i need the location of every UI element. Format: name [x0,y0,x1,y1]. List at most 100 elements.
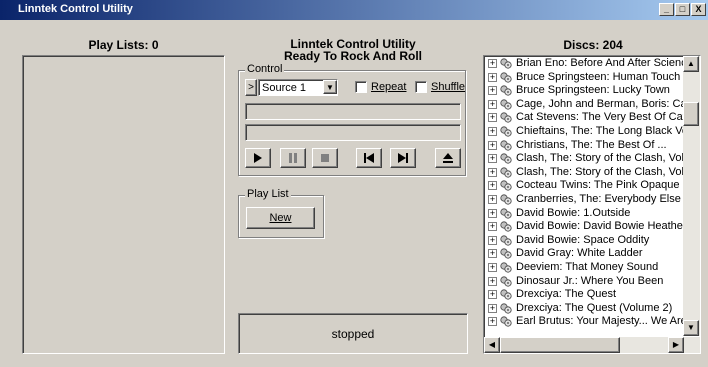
repeat-label: Repeat [371,81,407,93]
close-button[interactable]: X [691,3,706,16]
disc-icon [500,289,512,300]
disc-item[interactable]: + Brian Eno: Before And After Science [485,57,685,71]
disc-item-label: Bruce Springsteen: Human Touch [516,70,681,83]
expand-icon[interactable]: + [488,195,497,204]
chevron-down-icon[interactable]: ▼ [323,80,337,94]
expand-icon[interactable]: + [488,235,497,245]
new-playlist-button[interactable]: New [246,207,315,229]
scroll-left-icon[interactable]: ◀ [484,337,500,353]
stop-button[interactable] [312,148,338,168]
discs-header: Discs: 204 [563,38,623,52]
previous-track-button[interactable] [356,148,382,168]
expand-icon[interactable]: + [488,99,497,109]
vertical-scroll-thumb[interactable] [683,102,699,126]
expand-icon[interactable]: + [488,303,497,313]
scroll-right-icon[interactable]: ▶ [668,337,684,353]
pause-icon [289,153,297,163]
disc-item[interactable]: + Clash, The: Story of the Clash, Volume … [485,166,685,180]
disc-item[interactable]: + Deeviem: That Money Sound [485,261,685,275]
disc-item-label: Christians, The: The Best Of ... [516,138,667,151]
expand-icon[interactable]: + [488,167,497,177]
title-bar[interactable]: Linntek Control Utility _ □ X [0,0,708,20]
disc-item[interactable]: + Drexciya: The Quest [485,288,685,302]
disc-item[interactable]: + Cranberries, The: Everybody Else Is Doi [485,193,685,207]
scroll-up-icon[interactable]: ▲ [683,56,699,72]
stop-icon [321,154,329,162]
expand-icon[interactable]: + [488,263,497,272]
source-select-value: Source 1 [262,82,307,94]
disc-item[interactable]: + Clash, The: Story of the Clash, Volume … [485,152,685,166]
vertical-scrollbar[interactable]: ▲ ▼ [683,56,700,336]
horizontal-scrollbar[interactable]: ◀ ▶ [484,337,700,353]
disc-item[interactable]: + David Gray: White Ladder [485,247,685,261]
disc-icon [500,194,512,205]
expand-icon[interactable]: + [488,290,497,300]
time-info-field [245,124,461,141]
disc-item[interactable]: + Bruce Springsteen: Lucky Town [485,84,685,98]
disc-item-label: David Gray: White Ladder [516,247,643,260]
disc-item[interactable]: + Drexciya: The Quest (Volume 2) [485,302,685,316]
discs-tree[interactable]: + Brian Eno: Before And After Science + Bru… [483,55,701,354]
expand-icon[interactable]: + [488,154,497,164]
disc-item[interactable]: + Cat Stevens: The Very Best Of Cat Stev [485,111,685,125]
disc-icon [500,207,512,219]
app-tagline: Ready To Rock And Roll [283,49,422,63]
disc-item[interactable]: + Christians, The: The Best Of ... [485,139,685,153]
expand-icon[interactable]: + [488,113,497,123]
disc-item[interactable]: + Bruce Springsteen: Human Touch [485,71,685,85]
disc-icon [500,167,512,178]
disc-icon [500,99,512,110]
new-playlist-button-label: New [269,212,292,224]
minimize-button[interactable]: _ [659,3,674,16]
disc-item-label: Chieftains, The: The Long Black Veil [516,125,685,137]
disc-item[interactable]: + Earl Brutus: Your Majesty... We Are Her [485,315,685,329]
source-arrow-button[interactable]: > [245,79,257,96]
eject-button[interactable] [435,148,461,168]
expand-icon[interactable]: + [488,140,497,150]
disc-item-label: Dinosaur Jr.: Where You Been [516,274,664,287]
play-icon [254,153,262,163]
playlist-group-label: Play List [245,188,291,200]
expand-icon[interactable]: + [488,181,497,191]
status-text: stopped [331,326,375,341]
disc-item-label: David Bowie: Space Oddity [516,233,650,246]
disc-item-label: Cocteau Twins: The Pink Opaque [516,179,680,192]
disc-item[interactable]: + Dinosaur Jr.: Where You Been [485,275,685,289]
disc-item-label: Brian Eno: Before And After Science [516,57,685,69]
expand-icon[interactable]: + [488,72,497,82]
source-select[interactable]: Source 1 ▼ [258,79,338,96]
expand-icon[interactable]: + [488,276,497,286]
expand-icon[interactable]: + [488,317,497,327]
expand-icon[interactable]: + [488,59,497,68]
repeat-checkbox[interactable] [355,81,367,93]
disc-icon [500,235,512,246]
disc-item-label: Deeviem: That Money Sound [516,261,659,273]
shuffle-label: Shuffle [431,81,466,93]
playlists-list[interactable] [22,55,225,354]
expand-icon[interactable]: + [488,222,497,232]
disc-item[interactable]: + David Bowie: Space Oddity [485,234,685,248]
expand-icon[interactable]: + [488,127,497,136]
disc-icon [500,153,512,164]
disc-item-label: Drexciya: The Quest (Volume 2) [516,301,673,314]
maximize-button[interactable]: □ [675,3,690,16]
disc-item[interactable]: + David Bowie: 1.Outside [485,207,685,221]
disc-item[interactable]: + Cage, John and Berman, Boris: Cage, Jo [485,98,685,112]
disc-item[interactable]: + Chieftains, The: The Long Black Veil [485,125,685,139]
expand-icon[interactable]: + [488,86,497,96]
disc-item[interactable]: + Cocteau Twins: The Pink Opaque [485,179,685,193]
disc-icon [500,126,512,137]
disc-item-label: Cat Stevens: The Very Best Of Cat Stev [516,111,685,124]
disc-icon [500,248,512,259]
pause-button[interactable] [280,148,306,168]
disc-item[interactable]: + David Bowie: David Bowie Heathen [485,220,685,234]
expand-icon[interactable]: + [488,208,497,218]
disc-item-label: David Bowie: 1.Outside [516,206,631,219]
expand-icon[interactable]: + [488,249,497,259]
next-track-button[interactable] [390,148,416,168]
play-button[interactable] [245,148,271,168]
shuffle-checkbox[interactable] [415,81,427,93]
disc-item-label: Cage, John and Berman, Boris: Cage, Jo [516,97,685,110]
scroll-down-icon[interactable]: ▼ [683,320,699,336]
horizontal-scroll-thumb[interactable] [500,337,620,353]
